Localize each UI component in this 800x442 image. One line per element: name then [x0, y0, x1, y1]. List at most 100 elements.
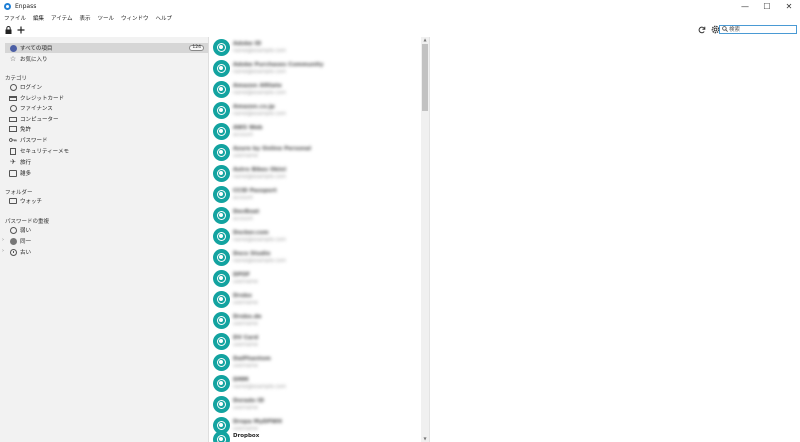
globe-icon — [213, 431, 230, 442]
sidebar: すべての項目 124 ☆ お気に入り カテゴリ ログイン クレジットカード ファ… — [0, 37, 209, 442]
search-input[interactable] — [729, 26, 789, 33]
list-item[interactable]: Dropbox — [210, 431, 420, 442]
menu-help[interactable]: ヘルプ — [156, 14, 173, 22]
sidebar-item-favorites[interactable]: ☆ お気に入り — [0, 54, 209, 64]
item-title: DPOF — [233, 272, 251, 278]
note-icon — [9, 147, 17, 155]
sidebar-item-travel[interactable]: ✈ 旅行 — [0, 157, 209, 167]
title-bar: Enpass — ☐ ✕ — [0, 0, 800, 13]
maximize-button[interactable]: ☐ — [756, 0, 778, 13]
sidebar-item-folder-watch[interactable]: ウォッチ — [0, 196, 209, 206]
login-icon — [9, 83, 17, 91]
close-button[interactable]: ✕ — [778, 0, 800, 13]
search-box[interactable] — [719, 25, 797, 34]
scroll-down-arrow-icon[interactable]: ▼ — [421, 436, 429, 442]
sidebar-item-password[interactable]: パスワード — [0, 135, 209, 145]
item-subtitle: username — [233, 405, 258, 411]
list-item[interactable]: DMM name@example.com — [210, 373, 420, 394]
sidebar-item-label: 弱い — [20, 228, 32, 234]
list-item[interactable]: DV Card username — [210, 331, 420, 352]
sidebar-item-all-items[interactable]: すべての項目 124 — [5, 43, 208, 53]
globe-icon — [213, 39, 230, 56]
globe-icon — [213, 102, 230, 119]
list-item[interactable]: Drobo.de username — [210, 310, 420, 331]
globe-icon — [213, 144, 230, 161]
scroll-up-arrow-icon[interactable]: ▲ — [421, 37, 429, 43]
star-icon: ☆ — [9, 55, 17, 63]
item-title: Adobe Purchases Community — [233, 62, 324, 68]
sidebar-item-label: 雑多 — [20, 171, 32, 177]
item-title: CCID Passport — [233, 188, 277, 194]
item-title: DMM — [233, 377, 249, 383]
sidebar-item-label: セキュリティーメモ — [20, 149, 69, 155]
list-item[interactable]: Astro Bikes Okinl name@example.com — [210, 163, 420, 184]
item-subtitle: username — [233, 300, 258, 306]
globe-icon — [213, 312, 230, 329]
item-title: Amazon.co.jp — [233, 104, 275, 110]
list-item[interactable]: DaiPhantom username — [210, 352, 420, 373]
sidebar-item-login[interactable]: ログイン — [0, 82, 209, 92]
minimize-button[interactable]: — — [734, 0, 756, 13]
menu-tools[interactable]: ツール — [98, 14, 115, 22]
sidebar-item-finance[interactable]: ファイナンス — [0, 103, 209, 113]
globe-icon — [213, 333, 230, 350]
item-subtitle: username — [233, 342, 258, 348]
globe-icon — [213, 375, 230, 392]
list-item[interactable]: Azure by Online Personal username — [210, 142, 420, 163]
sidebar-item-computer[interactable]: コンピューター — [0, 114, 209, 124]
list-item[interactable]: Amazon Afiliate name@example.com — [210, 79, 420, 100]
key-icon — [9, 136, 17, 144]
list-item[interactable]: DevBoat account — [210, 205, 420, 226]
list-item[interactable]: Adobe ID name@example.com — [210, 37, 420, 58]
toolbar — [0, 23, 800, 36]
sidebar-item-old[interactable]: 古い — [0, 247, 209, 257]
item-title: DV Card — [233, 335, 259, 341]
list-item[interactable]: Adobe Purchases Community name@example.c… — [210, 58, 420, 79]
sidebar-item-identical[interactable]: 同一 — [0, 236, 209, 246]
menu-view[interactable]: 表示 — [79, 14, 90, 22]
item-title: AWS Web — [233, 125, 263, 131]
sidebar-item-weak[interactable]: 弱い — [0, 225, 209, 235]
list-item[interactable]: Dorado ID username — [210, 394, 420, 415]
item-subtitle: name@example.com — [233, 237, 286, 243]
list-item[interactable]: Doco Studio name@example.com — [210, 247, 420, 268]
all-items-icon — [9, 44, 17, 52]
list-item[interactable]: Docker.com name@example.com — [210, 226, 420, 247]
sync-icon[interactable] — [697, 25, 707, 35]
sidebar-item-label: パスワード — [20, 138, 48, 144]
sidebar-item-credit-card[interactable]: クレジットカード — [0, 93, 209, 103]
list-item[interactable]: Amazon.co.jp name@example.com — [210, 100, 420, 121]
sidebar-item-license[interactable]: 免許 — [0, 124, 209, 134]
item-subtitle: name@example.com — [233, 258, 286, 264]
search-icon — [722, 25, 728, 34]
item-subtitle: username — [233, 279, 258, 285]
menu-file[interactable]: ファイル — [4, 14, 26, 22]
lock-icon[interactable] — [3, 25, 13, 35]
item-title: Dropbox — [233, 433, 260, 439]
menu-window[interactable]: ウィンドウ — [121, 14, 149, 22]
globe-icon — [213, 123, 230, 140]
item-count-badge: 124 — [189, 45, 204, 51]
globe-icon — [213, 165, 230, 182]
sidebar-item-misc[interactable]: 雑多 — [0, 168, 209, 178]
add-item-icon[interactable] — [16, 25, 26, 35]
list-item[interactable]: CCID Passport account — [210, 184, 420, 205]
list-item[interactable]: Drobo username — [210, 289, 420, 310]
item-subtitle: name@example.com — [233, 48, 286, 54]
sidebar-item-secure-note[interactable]: セキュリティーメモ — [0, 146, 209, 156]
sidebar-item-label: ファイナンス — [20, 106, 53, 112]
list-scrollbar[interactable]: ▲ ▼ — [421, 37, 429, 442]
globe-icon — [213, 396, 230, 413]
globe-icon — [213, 228, 230, 245]
item-subtitle: name@example.com — [233, 90, 286, 96]
list-item[interactable]: AWS Web account — [210, 121, 420, 142]
list-item[interactable]: DPOF username — [210, 268, 420, 289]
password-strength-header: パスワードの重複 — [5, 219, 50, 225]
menu-edit[interactable]: 編集 — [33, 14, 44, 22]
scroll-thumb[interactable] — [422, 44, 428, 111]
item-subtitle: username — [233, 363, 258, 369]
globe-icon — [213, 207, 230, 224]
menu-item[interactable]: アイテム — [51, 14, 72, 22]
credit-card-icon — [9, 94, 17, 102]
item-subtitle: account — [233, 132, 253, 138]
